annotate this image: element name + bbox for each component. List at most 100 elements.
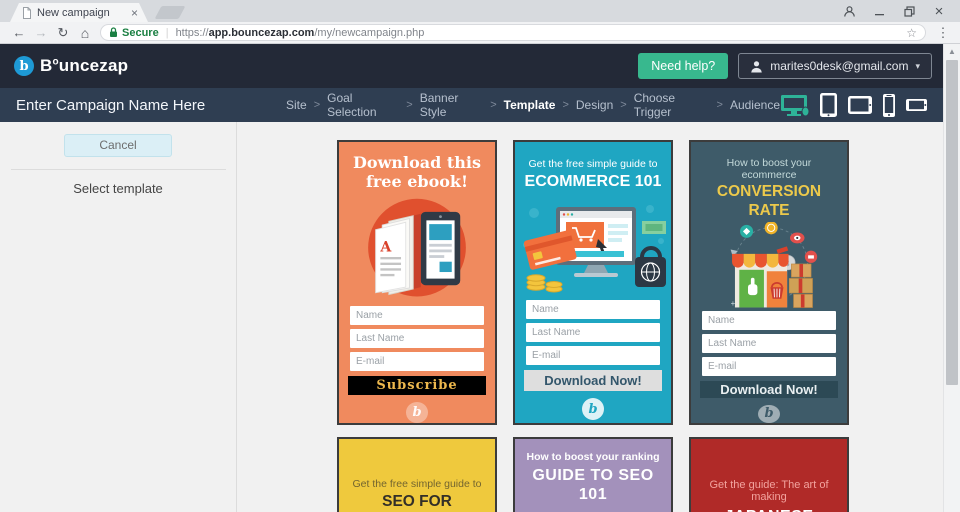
minimize-button[interactable]	[864, 0, 894, 22]
step-banner-style[interactable]: Banner Style	[420, 91, 484, 119]
download-now-button[interactable]: Download Now!	[524, 370, 662, 392]
bouncezap-watermark-icon: b	[582, 398, 604, 421]
step-goal-selection[interactable]: Goal Selection	[327, 91, 399, 119]
secure-badge[interactable]: Secure	[109, 27, 159, 39]
close-window-button[interactable]: ×	[924, 0, 954, 22]
scroll-up-icon[interactable]: ▲	[944, 44, 960, 56]
app-header: b Bouncezap Need help? marites0desk@gmai…	[0, 44, 960, 88]
phone-landscape-preview-icon[interactable]	[905, 98, 928, 112]
wizard-bar: Enter Campaign Name Here Site > Goal Sel…	[0, 88, 960, 122]
crumb-separator: >	[620, 99, 627, 111]
ecommerce-illustration	[523, 205, 666, 293]
url-text[interactable]: https://app.bouncezap.com/my/newcampaign…	[176, 27, 425, 39]
breadcrumb: Site > Goal Selection > Banner Style > T…	[286, 91, 780, 119]
name-field[interactable]	[702, 310, 836, 330]
tab-title: New campaign	[37, 6, 110, 19]
crumb-separator: >	[313, 99, 321, 111]
subscribe-button[interactable]: Subscribe	[348, 375, 486, 396]
bouncezap-watermark-icon: b	[758, 404, 780, 423]
crumb-separator: >	[716, 99, 723, 111]
sidebar: Cancel Select template	[0, 122, 237, 512]
browser-window: New campaign × × ← → ↻ ⌂ Secure | https:…	[0, 0, 960, 512]
lead-form	[339, 305, 495, 375]
template-card-seo-for-beginners[interactable]: Get the free simple guide to SEO FOR BEG…	[337, 437, 497, 512]
bouncezap-logo[interactable]: b Bouncezap	[14, 56, 128, 76]
new-tab-button[interactable]	[154, 6, 186, 19]
step-site[interactable]: Site	[286, 98, 307, 112]
campaign-name-field[interactable]: Enter Campaign Name Here	[16, 97, 286, 114]
browser-toolbar: ← → ↻ ⌂ Secure | https://app.bouncezap.c…	[0, 22, 960, 44]
ebook-tablet-illustration: A	[368, 199, 466, 297]
lead-form	[515, 300, 671, 369]
download-now-button[interactable]: Download Now!	[700, 380, 838, 398]
tab-close-icon[interactable]: ×	[131, 7, 138, 19]
step-audience[interactable]: Audience	[730, 98, 780, 112]
padlock-icon	[110, 27, 117, 37]
sidebar-divider	[10, 169, 226, 170]
template-title: CONVERSION RATE	[716, 183, 822, 219]
name-field[interactable]	[350, 305, 484, 325]
tab-strip: New campaign × ×	[0, 0, 960, 22]
chevron-down-icon: ▾	[915, 60, 920, 71]
name-field[interactable]	[526, 300, 660, 320]
reload-icon[interactable]: ↻	[52, 26, 74, 39]
email-field[interactable]	[526, 346, 660, 366]
secure-label: Secure	[122, 26, 159, 39]
bouncezap-logo-icon: b	[14, 56, 34, 76]
template-subtitle: Get the guide: The art of making	[709, 479, 829, 503]
svg-text:A: A	[379, 240, 392, 256]
template-card-conversion-rate[interactable]: How to boost your ecommerce CONVERSION R…	[689, 140, 849, 425]
user-icon	[751, 60, 763, 72]
back-icon[interactable]: ←	[8, 26, 30, 39]
template-gallery: Download this free ebook! A Name Last Na…	[238, 122, 960, 512]
user-menu[interactable]: marites0desk@gmail.com ▾	[738, 53, 932, 79]
url-divider: |	[165, 26, 169, 39]
device-preview-switcher	[780, 92, 944, 118]
page-favicon-icon	[23, 6, 31, 19]
step-design[interactable]: Design	[576, 98, 613, 112]
template-title: Download this free ebook!	[353, 153, 481, 192]
need-help-button[interactable]: Need help?	[638, 53, 729, 79]
home-icon[interactable]: ⌂	[74, 26, 96, 40]
last-name-field[interactable]	[702, 333, 836, 353]
cancel-button[interactable]: Cancel	[64, 134, 172, 157]
address-bar[interactable]: Secure | https://app.bouncezap.com/my/ne…	[100, 24, 926, 41]
chrome-menu-icon[interactable]: ⋮	[934, 25, 952, 41]
email-field[interactable]	[350, 351, 484, 371]
user-email: marites0desk@gmail.com	[770, 59, 909, 73]
bouncezap-watermark-icon: b	[406, 402, 428, 423]
restore-button[interactable]	[894, 0, 924, 22]
page-content: Cancel Select template Download this fre…	[0, 122, 960, 512]
tablet-portrait-preview-icon[interactable]	[819, 92, 838, 118]
template-card-japanese-dishes[interactable]: Get the guide: The art of making JAPANES…	[689, 437, 849, 512]
template-title: SEO FOR BEGINNERS	[371, 493, 463, 512]
template-subtitle: How to boost your ranking	[526, 451, 660, 463]
bookmark-star-icon[interactable]: ☆	[906, 26, 917, 40]
brand-name: Bouncezap	[40, 56, 129, 75]
template-subtitle: Get the free simple guide to	[528, 158, 658, 170]
browser-tab[interactable]: New campaign ×	[10, 3, 148, 22]
email-field[interactable]	[702, 356, 836, 376]
template-subtitle: How to boost your ecommerce	[726, 157, 812, 181]
scrollbar-thumb[interactable]	[946, 60, 958, 385]
forward-icon[interactable]: →	[30, 26, 52, 39]
template-card-ecommerce-101[interactable]: Get the free simple guide to ECOMMERCE 1…	[513, 140, 673, 425]
phone-portrait-preview-icon[interactable]	[882, 93, 896, 118]
template-card-guide-to-seo-101[interactable]: How to boost your ranking GUIDE TO SEO 1…	[513, 437, 673, 512]
crumb-separator: >	[490, 99, 497, 111]
template-title: JAPANESE DISHES	[691, 507, 847, 512]
page-scrollbar[interactable]: ▲	[943, 44, 960, 512]
last-name-field[interactable]	[526, 323, 660, 343]
template-subtitle: Get the free simple guide to	[352, 478, 482, 490]
profile-icon[interactable]	[834, 0, 864, 22]
last-name-field[interactable]	[350, 328, 484, 348]
crumb-separator: >	[562, 99, 569, 111]
lead-form	[691, 310, 847, 380]
tablet-landscape-preview-icon[interactable]	[847, 95, 873, 115]
conversion-rate-illustration: $	[730, 222, 818, 308]
template-card-free-ebook[interactable]: Download this free ebook! A Name Last Na…	[337, 140, 497, 425]
desktop-preview-icon[interactable]	[780, 93, 810, 117]
step-template[interactable]: Template	[504, 98, 556, 112]
svg-text:+: +	[731, 299, 736, 307]
step-choose-trigger[interactable]: Choose Trigger	[634, 91, 710, 119]
